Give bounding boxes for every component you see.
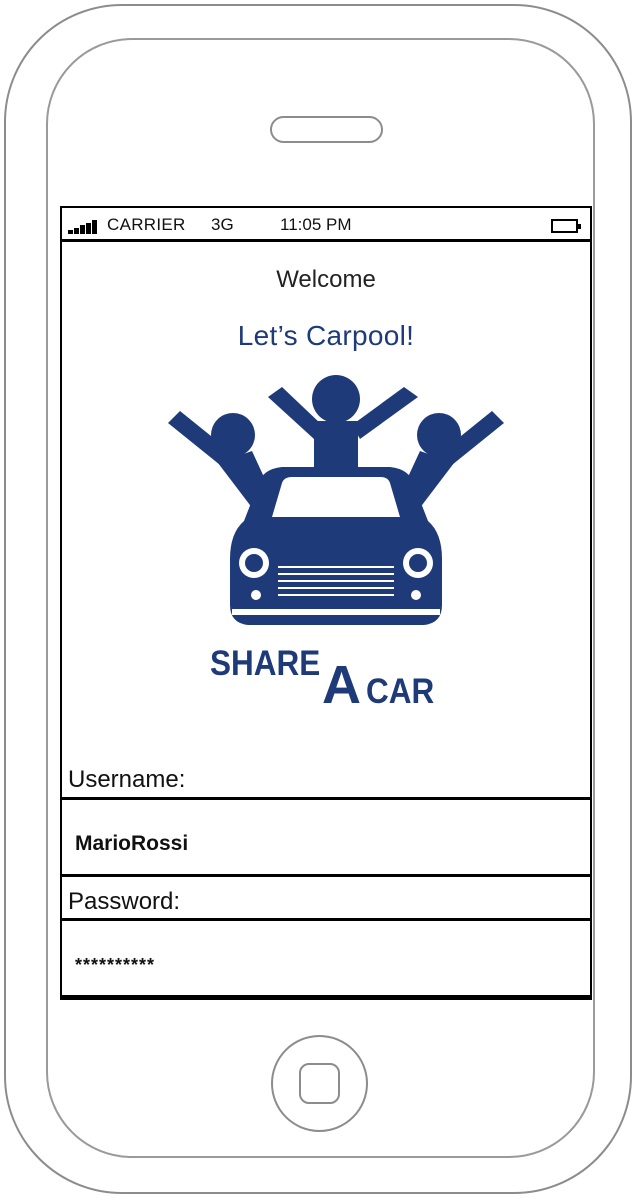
left-foglight — [251, 590, 261, 600]
username-label: Username: — [68, 766, 186, 793]
password-value: ********** — [75, 955, 156, 975]
username-value: MarioRossi — [75, 832, 189, 855]
password-input[interactable]: ********** — [62, 918, 590, 998]
right-foglight — [411, 590, 421, 600]
logo-text-share: SHARE — [210, 645, 320, 684]
logo-text-a: A — [322, 655, 361, 707]
share-a-car-logo: SHARE A CAR — [168, 375, 504, 707]
right-headlight-inner — [407, 552, 429, 574]
app-screen: CARRIER 3G 11:05 PM Welcome Let’s Carpoo… — [60, 206, 592, 1000]
car-windshield — [272, 477, 400, 517]
center-person-head — [312, 375, 360, 423]
signal-bars-icon — [68, 220, 103, 234]
carrier-name: CARRIER — [107, 215, 186, 234]
logo-text-car: CAR — [366, 673, 434, 707]
username-input[interactable]: MarioRossi — [62, 797, 590, 877]
home-square-icon — [299, 1063, 340, 1104]
speaker-grille — [270, 116, 383, 143]
password-label: Password: — [68, 888, 181, 915]
battery-icon — [551, 219, 581, 233]
tagline: Let’s Carpool! — [237, 320, 415, 351]
car-bumper — [232, 609, 440, 615]
center-person-right-arm — [352, 387, 418, 439]
status-time: 11:05 PM — [280, 215, 352, 234]
network-type: 3G — [211, 215, 234, 234]
welcome-title: Welcome — [276, 266, 376, 293]
home-button[interactable] — [271, 1035, 368, 1132]
status-bar: CARRIER 3G 11:05 PM — [62, 208, 590, 242]
left-headlight-inner — [243, 552, 265, 574]
